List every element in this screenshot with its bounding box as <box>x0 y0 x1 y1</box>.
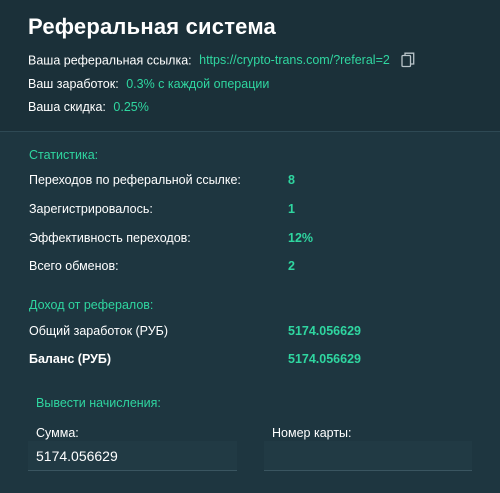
copy-icon[interactable] <box>401 52 415 68</box>
stat-value-registered: 1 <box>288 202 295 216</box>
earnings-label: Ваш заработок: <box>28 77 119 91</box>
referral-link-label: Ваша реферальная ссылка: <box>28 53 192 68</box>
referral-panel: Реферальная система Ваша реферальная ссы… <box>0 0 500 493</box>
statistics-box: Статистика: Переходов по реферальной ссы… <box>0 132 500 493</box>
income-title: Доход от рефералов: <box>29 298 154 312</box>
discount-row: Ваша скидка: 0.25% <box>28 100 149 114</box>
discount-label: Ваша скидка: <box>28 100 106 114</box>
referral-link[interactable]: https://crypto-trans.com/?referal=2 <box>199 53 390 67</box>
total-earnings-value: 5174.056629 <box>288 324 361 338</box>
balance-label: Баланс (РУБ) <box>29 352 112 366</box>
stat-label-exchanges: Всего обменов: <box>29 259 119 273</box>
page-title: Реферальная система <box>28 14 276 39</box>
stat-label-efficiency: Эффективность переходов: <box>29 231 191 245</box>
stat-label-clicks: Переходов по реферальной ссылке: <box>29 173 241 187</box>
balance-value: 5174.056629 <box>288 352 361 366</box>
earnings-row: Ваш заработок: 0.3% с каждой операции <box>28 77 269 91</box>
card-number-input[interactable] <box>264 441 472 471</box>
statistics-title: Статистика: <box>29 148 99 162</box>
stat-value-clicks: 8 <box>288 173 295 187</box>
amount-input[interactable] <box>28 441 237 471</box>
earnings-value: 0.3% с каждой операции <box>126 77 270 91</box>
card-number-label: Номер карты: <box>272 426 352 440</box>
total-earnings-label: Общий заработок (РУБ) <box>29 324 169 338</box>
stat-value-exchanges: 2 <box>288 259 295 273</box>
withdraw-title: Вывести начисления: <box>36 396 161 410</box>
stat-value-efficiency: 12% <box>288 231 314 245</box>
referral-link-row: Ваша реферальная ссылка: https://crypto-… <box>28 52 415 69</box>
amount-label: Сумма: <box>36 426 79 440</box>
discount-value: 0.25% <box>113 100 149 114</box>
stat-label-registered: Зарегистрировалось: <box>29 202 153 216</box>
